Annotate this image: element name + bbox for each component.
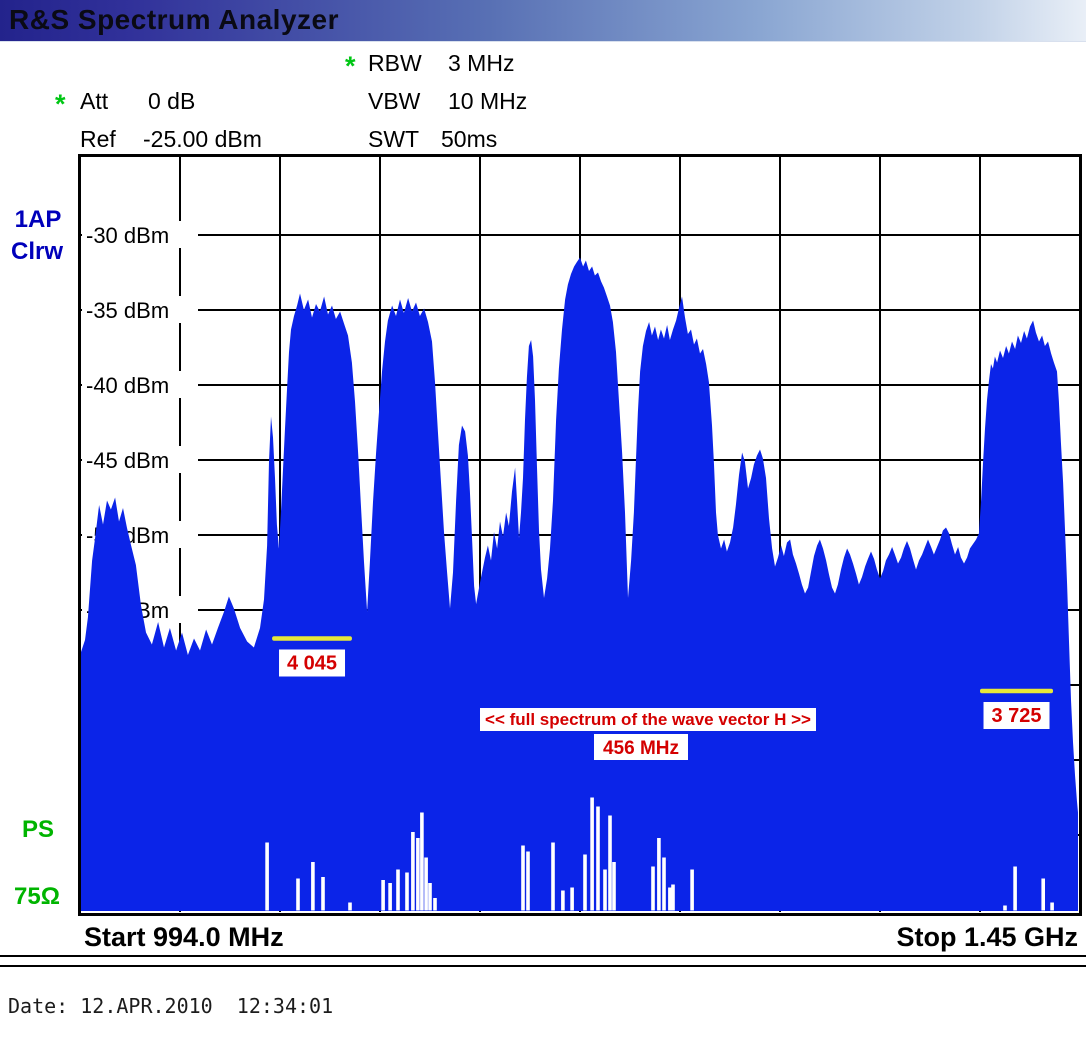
marker-label: 3 725 xyxy=(991,705,1041,727)
dropout-spike xyxy=(348,903,352,911)
dropout-spike xyxy=(551,843,555,911)
dropout-spike xyxy=(296,879,300,911)
dropout-spike xyxy=(608,816,612,911)
start-frequency-label: Start 994.0 MHz xyxy=(84,922,284,953)
dropout-spike xyxy=(420,813,424,911)
dropout-spike xyxy=(526,852,530,911)
dropout-spike xyxy=(388,883,392,911)
y-tick-label: -30 dBm xyxy=(86,223,169,248)
dropout-spike xyxy=(265,843,269,911)
y-tick-label: -40 dBm xyxy=(86,373,169,398)
annotation-spectrum-note: << full spectrum of the wave vector H >> xyxy=(480,708,816,731)
dropout-spike xyxy=(1003,906,1007,911)
separator-rule xyxy=(0,955,1086,967)
marker-line xyxy=(272,636,352,641)
dropout-spike xyxy=(381,880,385,911)
date-time-label: Date: 12.APR.2010 12:34:01 xyxy=(8,994,333,1018)
dropout-spike xyxy=(603,870,607,911)
dropout-spike xyxy=(433,898,437,911)
dropout-spike xyxy=(668,888,672,911)
dropout-spike xyxy=(596,807,600,911)
y-tick-label: -35 dBm xyxy=(86,298,169,323)
dropout-spike xyxy=(428,883,432,911)
dropout-spike xyxy=(411,832,415,911)
dropout-spike xyxy=(671,885,675,911)
dropout-spike xyxy=(662,858,666,911)
dropout-spike xyxy=(311,862,315,911)
dropout-spike xyxy=(521,846,525,911)
dropout-spike xyxy=(424,858,428,911)
marker-line xyxy=(980,689,1053,694)
dropout-spike xyxy=(1041,879,1045,911)
dropout-spike xyxy=(1050,903,1054,911)
spectrum-plot: -30 dBm-35 dBm-40 dBm-45 dBm-50 dBm-55 d… xyxy=(0,0,1086,1054)
stop-frequency-label: Stop 1.45 GHz xyxy=(700,922,1078,953)
dropout-spike xyxy=(657,838,661,911)
y-tick-label: -45 dBm xyxy=(86,448,169,473)
dropout-spike xyxy=(396,870,400,911)
dropout-spike xyxy=(321,877,325,911)
dropout-spike xyxy=(690,870,694,911)
annotation-span-note: 456 MHz xyxy=(594,734,688,760)
dropout-spike xyxy=(561,891,565,911)
dropout-spike xyxy=(416,838,420,911)
dropout-spike xyxy=(651,867,655,911)
dropout-spike xyxy=(570,888,574,911)
dropout-spike xyxy=(1013,867,1017,911)
marker-label: 4 045 xyxy=(287,653,337,675)
annotation-text: 456 MHz xyxy=(603,738,679,759)
spectrum-analyzer-screen: R&S Spectrum Analyzer * RBW 3 MHz * Att … xyxy=(0,0,1086,1054)
dropout-spike xyxy=(612,862,616,911)
dropout-spike xyxy=(405,873,409,911)
dropout-spike xyxy=(583,855,587,911)
annotation-text: << full spectrum of the wave vector H >> xyxy=(485,710,811,729)
dropout-spike xyxy=(590,798,594,911)
